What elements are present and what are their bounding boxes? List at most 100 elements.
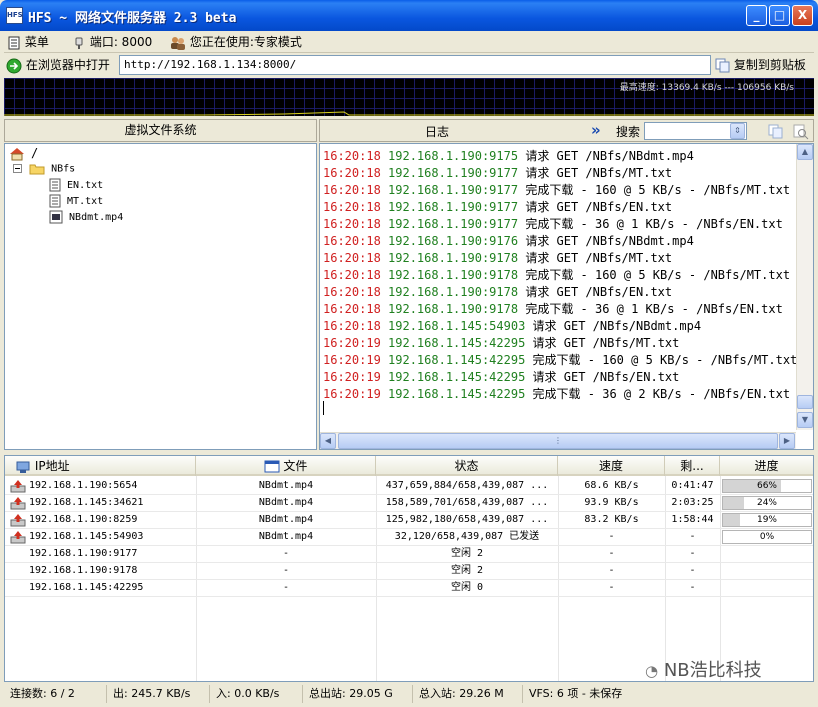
vfs-file[interactable]: MT.txt [49, 194, 103, 210]
connection-speed: 68.6 KB/s [584, 480, 639, 491]
connection-status: 空闲 2 [450, 565, 484, 576]
scroll-thumb[interactable] [797, 395, 813, 409]
url-bar: 在浏览器中打开 http://192.168.1.134:8000/ 复制到剪贴… [4, 54, 814, 77]
log-message: 完成下载 - 36 @ 2 KB/s - /NBfs/EN.txt [532, 387, 791, 401]
log-message: 请求 GET /NBfs/EN.txt [525, 200, 673, 214]
log-time: 16:20:18 [323, 302, 381, 316]
scroll-up-icon[interactable]: ▲ [797, 144, 813, 160]
copy-log-icon[interactable] [768, 124, 784, 140]
connection-status: 空闲 0 [450, 582, 484, 593]
connection-row[interactable]: 192.168.1.145:34621 NBdmt.mp4 158,589,701/… [5, 495, 813, 512]
log-vertical-scrollbar[interactable]: ▲ ▼ [796, 144, 813, 430]
log-ip: 192.168.1.190:9177 [388, 183, 519, 197]
search-spinner-icon[interactable]: ⇕ [730, 123, 745, 139]
copy-to-clipboard-label: 复制到剪贴板 [733, 58, 806, 72]
status-bar: 连接数: 6 / 2 出: 245.7 KB/s 入: 0.0 KB/s 总出站… [4, 684, 814, 704]
log-time: 16:20:18 [323, 268, 381, 282]
log-ip: 192.168.1.145:42295 [388, 387, 526, 401]
scroll-down-icon[interactable]: ▼ [797, 412, 813, 428]
log-time: 16:20:19 [323, 387, 381, 401]
log-text-area[interactable]: 16:20:18 192.168.1.190:9175 请求 GET /NBfs… [319, 143, 814, 450]
log-ip: 192.168.1.190:9175 [388, 149, 519, 163]
vfs-folder-nbfs[interactable]: NBfs [13, 162, 75, 178]
connection-row[interactable]: 192.168.1.145:42295 - 空闲 0 - - [5, 580, 813, 597]
log-title: 日志 [425, 125, 450, 139]
connection-speed: - [608, 565, 615, 576]
connection-file: - [282, 565, 290, 576]
progress-bar: 66% [722, 479, 812, 493]
folder-label: NBfs [51, 163, 76, 175]
column-file[interactable]: 文件 [196, 456, 376, 476]
connection-row[interactable]: 192.168.1.190:5654 NBdmt.mp4 437,659,884/6… [5, 478, 813, 495]
log-message: 完成下载 - 160 @ 5 KB/s - /NBfs/MT.txt [532, 353, 798, 367]
connection-ip: 192.168.1.190:9178 [29, 565, 138, 576]
connection-file: NBdmt.mp4 [258, 531, 314, 542]
mode-label: 您正在使用:专家模式 [189, 35, 302, 49]
menu-button[interactable]: 菜单 [7, 34, 49, 51]
text-caret [323, 401, 324, 415]
expand-chevron-icon[interactable]: » [591, 121, 601, 139]
browser-globe-icon [6, 58, 22, 73]
vfs-root[interactable]: / [9, 146, 38, 162]
connection-row[interactable]: 192.168.1.190:9178 - 空闲 2 - - [5, 563, 813, 580]
file-label: MT.txt [67, 196, 104, 207]
users-icon [171, 36, 185, 50]
title-bar[interactable]: HFS HFS ~ 网络文件服务器 2.3 beta _ □ X [0, 0, 818, 31]
watermark-text: NB浩比科技 [663, 660, 762, 681]
log-line: 16:20:19 192.168.1.145:42295 请求 GET /NBf… [323, 368, 679, 385]
log-time: 16:20:18 [323, 319, 381, 333]
log-line: 16:20:19 192.168.1.145:42295 完成下载 - 160 … [323, 351, 797, 368]
connection-speed: - [608, 548, 615, 559]
log-ip: 192.168.1.145:42295 [388, 370, 526, 384]
url-field[interactable]: http://192.168.1.134:8000/ [119, 55, 711, 75]
maximize-button[interactable]: □ [769, 5, 790, 26]
open-in-browser-button[interactable]: 在浏览器中打开 [6, 57, 110, 74]
horizontal-scroll-thumb[interactable]: ⋮ [338, 433, 778, 449]
upload-icon [10, 480, 26, 493]
log-message: 请求 GET /NBfs/MT.txt [525, 251, 673, 265]
log-time: 16:20:18 [323, 149, 381, 163]
log-message: 完成下载 - 36 @ 1 KB/s - /NBfs/EN.txt [525, 217, 783, 231]
mode-button[interactable]: 您正在使用:专家模式 [170, 34, 302, 51]
log-line: 16:20:18 192.168.1.190:9178 完成下载 - 160 @… [323, 266, 790, 283]
column-ip[interactable]: IP地址 [5, 456, 196, 476]
progress-bar: 0% [722, 530, 812, 544]
status-total-in: 总入站: 29.26 M [412, 685, 504, 703]
scroll-right-icon[interactable]: ▶ [779, 433, 795, 449]
log-message: 完成下载 - 160 @ 5 KB/s - /NBfs/MT.txt [525, 183, 791, 197]
scroll-left-icon[interactable]: ◀ [320, 433, 336, 449]
copy-to-clipboard-button[interactable]: 复制到剪贴板 [715, 57, 806, 74]
connection-remaining: - [689, 531, 696, 542]
port-button[interactable]: 端口: 8000 [72, 34, 152, 51]
collapse-icon[interactable] [13, 163, 23, 174]
connection-row[interactable]: 192.168.1.190:8259 NBdmt.mp4 125,982,180/6… [5, 512, 813, 529]
connection-file: - [282, 582, 290, 593]
find-log-icon[interactable] [793, 124, 809, 140]
vfs-tree[interactable]: / NBfs EN.txt MT.txt NBdmt.mp4 [4, 143, 317, 450]
vfs-file[interactable]: EN.txt [49, 178, 103, 194]
progress-label: 66% [756, 481, 777, 491]
connection-file: NBdmt.mp4 [258, 497, 314, 508]
column-speed[interactable]: 速度 [558, 456, 665, 476]
connection-row[interactable]: 192.168.1.145:54903 NBdmt.mp4 32,120/658,4… [5, 529, 813, 546]
log-time: 16:20:19 [323, 336, 381, 350]
connections-list[interactable]: IP地址 文件 状态 速度 剩... 进度 192.168.1.190:5654… [4, 455, 814, 682]
window-title: HFS ~ 网络文件服务器 2.3 beta [28, 11, 237, 26]
connection-status: 32,120/658,439,087 已发送 [394, 531, 540, 542]
log-time: 16:20:18 [323, 166, 381, 180]
connection-row[interactable]: 192.168.1.190:9177 - 空闲 2 - - [5, 546, 813, 563]
column-status[interactable]: 状态 [376, 456, 558, 476]
progress-label: 19% [756, 515, 777, 525]
log-ip: 192.168.1.190:9177 [388, 217, 519, 231]
column-progress[interactable]: 进度 [720, 456, 813, 476]
log-horizontal-scrollbar[interactable]: ◀ ⋮ ▶ [320, 432, 796, 449]
close-button[interactable]: X [792, 5, 813, 26]
log-line: 16:20:18 192.168.1.190:9178 请求 GET /NBfs… [323, 283, 672, 300]
column-remaining[interactable]: 剩... [665, 456, 720, 476]
log-ip: 192.168.1.190:9177 [388, 200, 519, 214]
log-time: 16:20:18 [323, 251, 381, 265]
vfs-file[interactable]: NBdmt.mp4 [49, 210, 123, 226]
upload-icon [10, 531, 26, 544]
log-ip: 192.168.1.190:9178 [388, 285, 519, 299]
minimize-button[interactable]: _ [746, 5, 767, 26]
